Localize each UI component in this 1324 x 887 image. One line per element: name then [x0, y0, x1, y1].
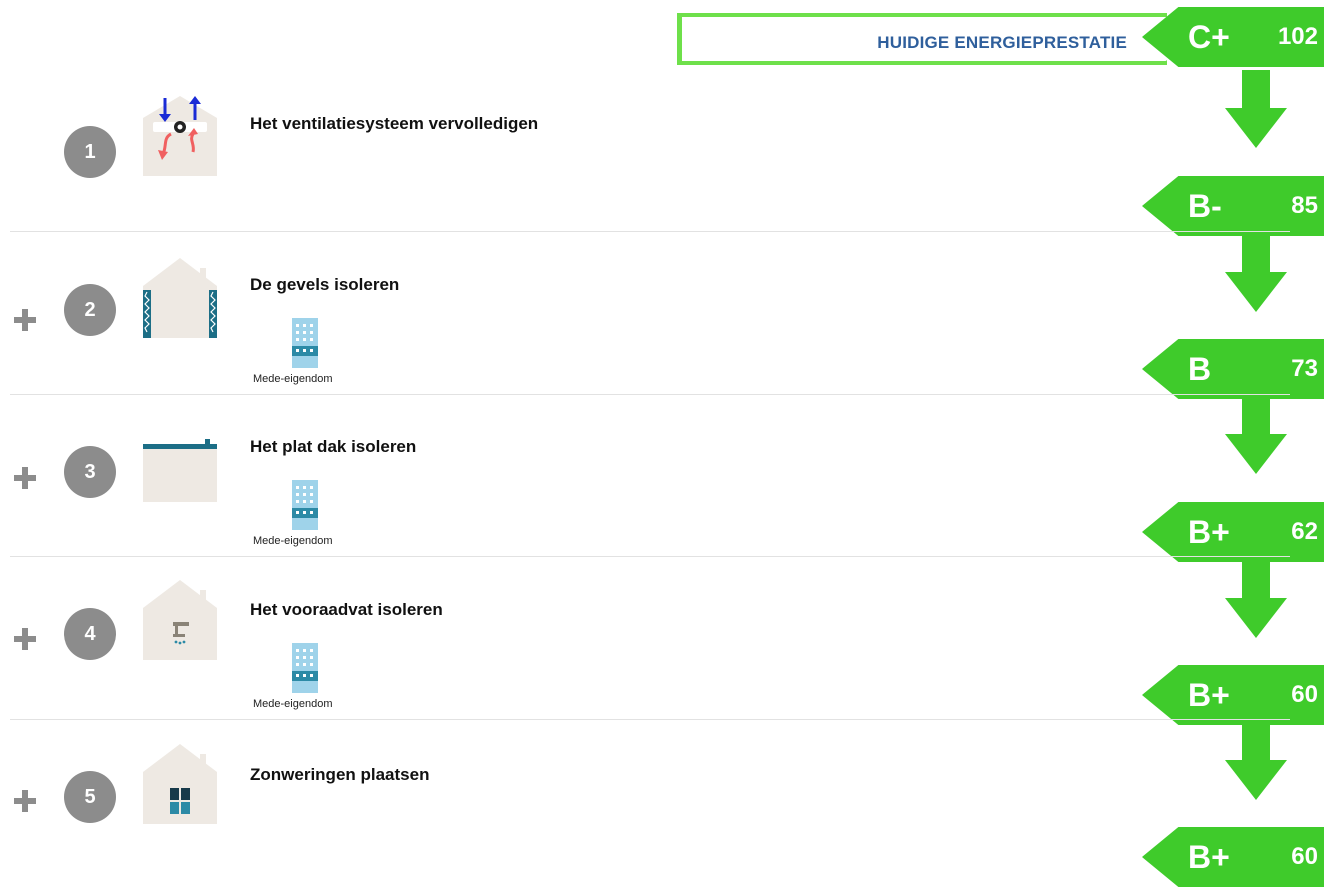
badge-score: 62: [1291, 518, 1318, 545]
co-ownership-label: Mede-eigendom: [253, 698, 333, 710]
divider: [10, 394, 1290, 395]
badge-grade: B+: [1188, 677, 1230, 713]
step-title-3: Het plat dak isoleren: [250, 437, 417, 456]
down-arrow-icon: [1225, 396, 1287, 476]
plus-icon: [9, 785, 41, 817]
sunshade-window-icon: [143, 744, 217, 824]
divider: [10, 231, 1290, 232]
badge-score: 73: [1291, 355, 1318, 382]
step-title-4: Het vooraadvat isoleren: [250, 600, 443, 619]
current-performance-badge: C+ 102: [1142, 7, 1324, 67]
badge-score: 85: [1291, 192, 1318, 219]
flat-roof-icon: [143, 439, 217, 502]
badge-grade: B: [1188, 351, 1212, 387]
step-number-1: 1: [64, 126, 116, 178]
result-badge-step-4: B+ 60: [1142, 665, 1324, 725]
badge-grade: C+: [1188, 19, 1230, 55]
down-arrow-icon: [1225, 70, 1287, 150]
badge-score: 60: [1291, 843, 1318, 870]
ventilation-icon: [143, 96, 217, 176]
apartment-building-icon: [292, 318, 318, 368]
down-arrow-icon: [1225, 722, 1287, 802]
facade-insulation-icon: [143, 258, 217, 338]
current-performance-banner: HUIDIGE ENERGIEPRESTATIE: [677, 13, 1202, 65]
step-title-2: De gevels isoleren: [250, 275, 400, 294]
result-badge-step-3: B+ 62: [1142, 502, 1324, 562]
apartment-building-icon: [292, 643, 318, 693]
current-performance-label: HUIDIGE ENERGIEPRESTATIE: [877, 33, 1127, 52]
step-title-1: Het ventilatiesysteem vervolledigen: [250, 114, 539, 133]
badge-grade: B-: [1188, 188, 1222, 224]
divider: [10, 556, 1290, 557]
result-badge-step-5: B+ 60: [1142, 827, 1324, 887]
co-ownership-label: Mede-eigendom: [253, 373, 333, 385]
down-arrow-icon: [1225, 560, 1287, 640]
co-ownership-label: Mede-eigendom: [253, 535, 333, 547]
step-title-5: Zonweringen plaatsen: [250, 765, 430, 784]
step-number-3: 3: [64, 446, 116, 498]
step-number-5: 5: [64, 771, 116, 823]
step-number-4: 4: [64, 608, 116, 660]
badge-grade: B+: [1188, 514, 1230, 550]
plus-icon: [9, 462, 41, 494]
boiler-icon: [143, 580, 217, 660]
down-arrow-icon: [1225, 234, 1287, 314]
result-badge-step-2: B 73: [1142, 339, 1324, 399]
divider: [10, 719, 1290, 720]
badge-grade: B+: [1188, 839, 1230, 875]
plus-icon: [9, 304, 41, 336]
badge-score: 102: [1277, 23, 1318, 50]
badge-score: 60: [1291, 681, 1318, 708]
step-number-2: 2: [64, 284, 116, 336]
plus-icon: [9, 623, 41, 655]
apartment-building-icon: [292, 480, 318, 530]
result-badge-step-1: B- 85: [1142, 176, 1324, 236]
